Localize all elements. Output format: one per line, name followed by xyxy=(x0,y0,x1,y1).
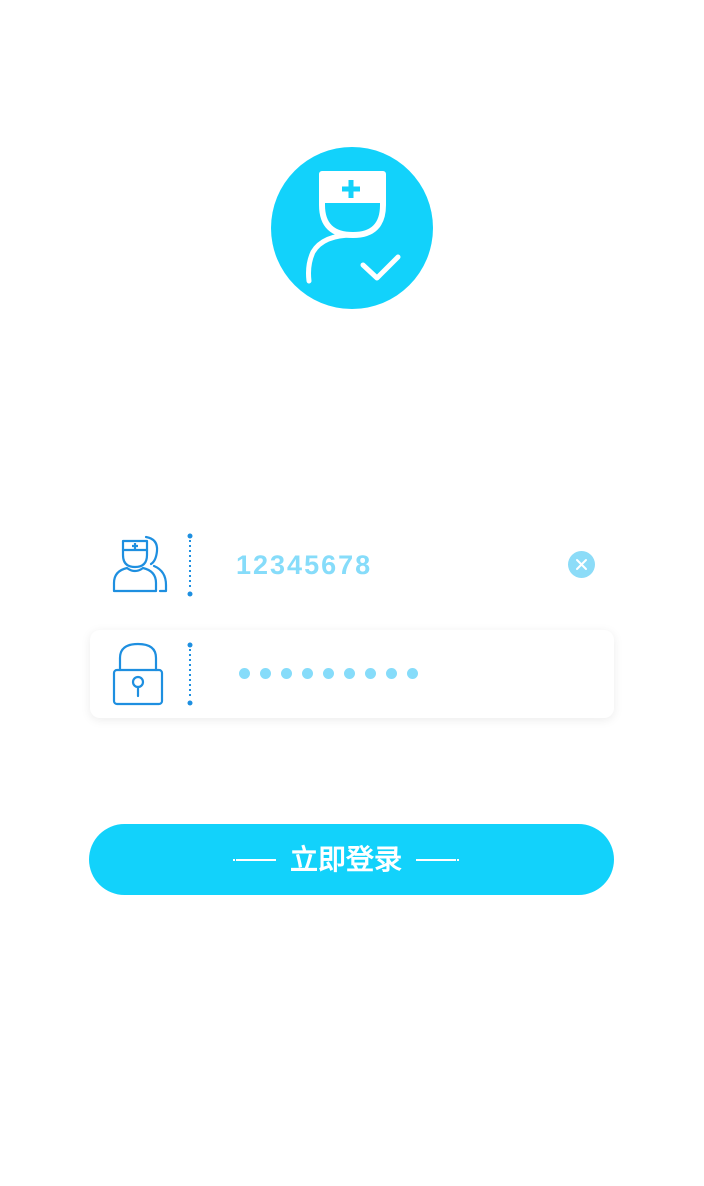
close-icon xyxy=(576,559,587,570)
password-mask-dot xyxy=(365,668,376,679)
password-mask-dot xyxy=(407,668,418,679)
doctors-icon xyxy=(110,533,174,597)
decor-dot xyxy=(233,859,235,861)
password-mask-dot xyxy=(386,668,397,679)
decor-line xyxy=(416,859,456,861)
password-mask-dot xyxy=(323,668,334,679)
password-mask-dot xyxy=(281,668,292,679)
password-mask-dot xyxy=(344,668,355,679)
app-logo-doctor-icon xyxy=(271,147,433,309)
password-field[interactable] xyxy=(90,630,614,718)
username-field[interactable]: 12345678 xyxy=(90,521,614,609)
password-mask-dot xyxy=(260,668,271,679)
password-mask-dot xyxy=(239,668,250,679)
field-separator xyxy=(184,533,196,597)
field-separator xyxy=(184,642,196,706)
login-button-label: 立即登录 xyxy=(289,843,402,876)
lock-icon xyxy=(110,642,174,706)
password-mask-dot xyxy=(302,668,313,679)
username-input[interactable]: 12345678 xyxy=(236,521,372,609)
login-button[interactable]: 立即登录 xyxy=(89,824,614,895)
decor-line xyxy=(236,859,276,861)
decor-dot xyxy=(457,859,459,861)
password-input[interactable] xyxy=(239,668,418,680)
clear-username-button[interactable] xyxy=(568,551,595,578)
